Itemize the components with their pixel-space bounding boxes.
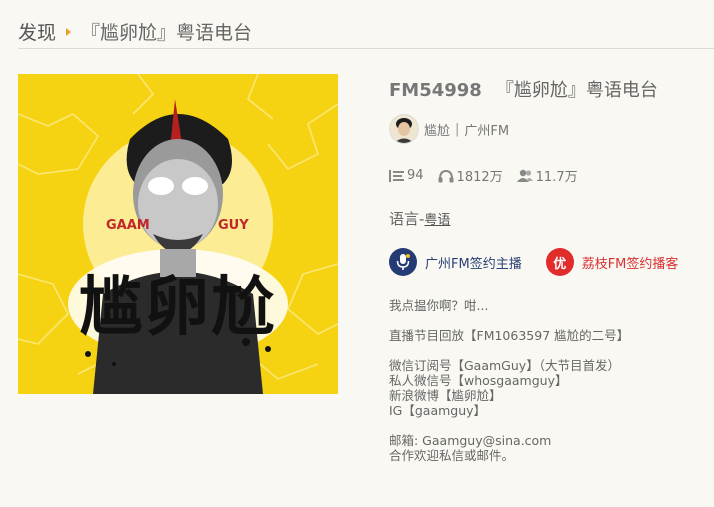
author-name-link[interactable]: 尴尬: [424, 120, 450, 139]
description-line: 新浪微博【尴卵尬】: [389, 388, 502, 403]
description-line: 直播节目回放【FM1063597 尴尬的二号】: [389, 328, 630, 343]
fm-id: FM54998: [389, 80, 482, 101]
users-icon: [516, 169, 533, 182]
description-gap: [389, 418, 629, 433]
description-line: 我点揾你啊？咁...: [389, 298, 489, 313]
description-line: 合作欢迎私信或邮件。: [389, 448, 515, 463]
language-label: 语言-: [389, 210, 425, 228]
breadcrumb-current: 『尴卵尬』粤语电台: [81, 22, 253, 44]
playlist-icon: [389, 169, 404, 182]
svg-text:尴卵尬: 尴卵尬: [79, 271, 277, 345]
plays-stat: 1812万: [438, 166, 503, 185]
description-line: 私人微信号【whosgaamguy】: [389, 373, 568, 388]
subscribers-stat: 11.7万: [516, 166, 578, 185]
breadcrumb: 发现 『尴卵尬』粤语电台: [18, 18, 252, 45]
language-value-link[interactable]: 粤语: [424, 213, 450, 228]
badges-row: 广州FM签约主播 优 荔枝FM签约播客: [389, 248, 702, 276]
svg-text:GAAM: GAAM: [106, 218, 150, 233]
description-line: 微信订阅号【GaamGuy】（大节目首发）: [389, 358, 620, 373]
stats-row: 94 1812万 11.7万: [389, 166, 592, 185]
description-gap: [389, 343, 629, 358]
author-station-link[interactable]: 广州FM: [464, 120, 509, 139]
microphone-icon: [389, 248, 417, 276]
description-line: IG【gaamguy】: [389, 403, 487, 418]
radio-description: 我点揾你啊？咁... 直播节目回放【FM1063597 尴尬的二号】 微信订阅号…: [389, 298, 629, 463]
language-row: 语言-粤语: [389, 208, 450, 229]
subscribers-count: 11.7万: [535, 170, 578, 185]
lizhi-icon: 优: [545, 248, 574, 276]
lizhi-fm-badge[interactable]: 优 荔枝FM签约播客: [545, 248, 679, 276]
svg-text:GUY: GUY: [218, 218, 249, 233]
plays-count: 1812万: [456, 170, 503, 185]
avatar[interactable]: [389, 114, 419, 144]
headphones-icon: [438, 169, 454, 182]
breadcrumb-arrow-icon: [66, 27, 72, 36]
radio-info-panel: FM54998 『尴卵尬』粤语电台 尴尬 | 广州FM 94 1812万 11.…: [389, 76, 704, 463]
programs-stat: 94: [389, 168, 424, 183]
author-separator: |: [455, 121, 460, 137]
author-row: 尴尬 | 广州FM: [389, 114, 509, 144]
header-divider: [18, 48, 714, 49]
radio-name: 『尴卵尬』粤语电台: [495, 80, 658, 101]
guangzhou-fm-badge[interactable]: 广州FM签约主播: [389, 248, 522, 276]
radio-title: FM54998 『尴卵尬』粤语电台: [389, 76, 704, 102]
radio-cover-image: GAAM GUY 尴卵尬: [18, 74, 338, 394]
lizhi-fm-badge-label: 荔枝FM签约播客: [581, 256, 679, 272]
description-gap: [389, 313, 629, 328]
description-line: 邮箱: Gaamguy@sina.com: [389, 433, 552, 448]
guangzhou-fm-badge-label: 广州FM签约主播: [425, 256, 522, 272]
breadcrumb-discover-link[interactable]: 发现: [18, 18, 56, 45]
programs-count: 94: [407, 168, 424, 183]
